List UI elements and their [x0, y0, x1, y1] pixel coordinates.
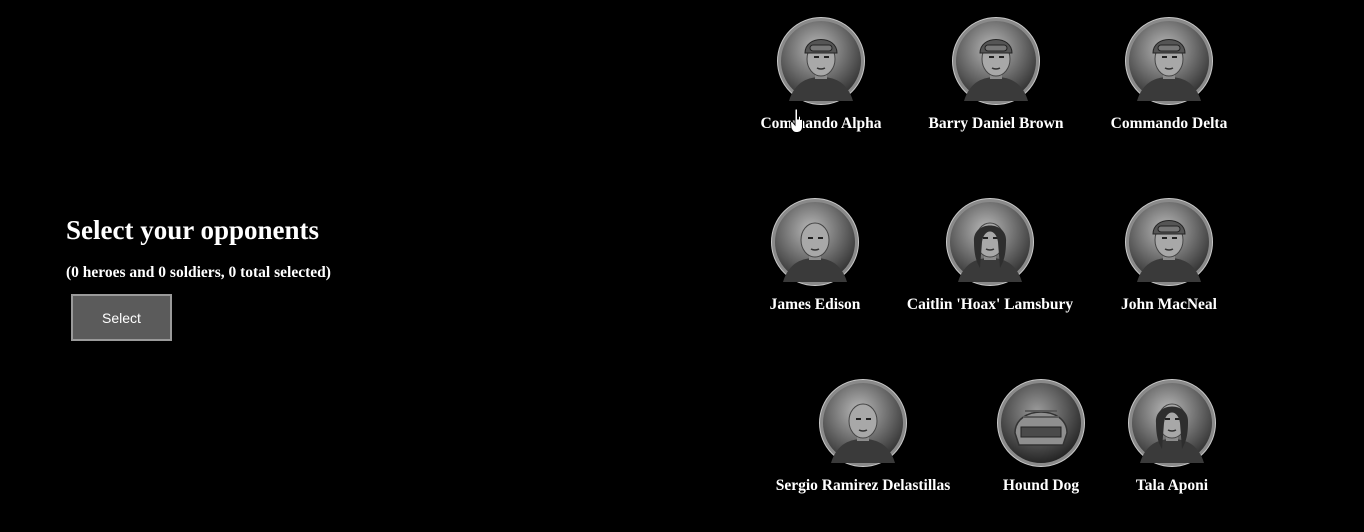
portrait-helmeted-soldier-icon[interactable] — [1125, 17, 1213, 105]
character-name: Tala Aponi — [1135, 477, 1209, 494]
portrait-soldier-icon[interactable] — [771, 198, 859, 286]
portrait-female-hero-icon[interactable] — [1128, 379, 1216, 467]
selection-summary: (0 heroes and 0 soldiers, 0 total select… — [66, 264, 331, 281]
portrait-helmeted-soldier-icon[interactable] — [952, 17, 1040, 105]
character-name: John MacNeal — [1120, 296, 1217, 313]
page-title: Select your opponents — [66, 215, 320, 245]
portrait-helmeted-soldier-icon[interactable] — [1125, 198, 1213, 286]
portrait-soldier-icon[interactable] — [819, 379, 907, 467]
select-button[interactable]: Select — [71, 294, 172, 341]
portrait-female-soldier-icon[interactable] — [946, 198, 1034, 286]
hand-cursor-icon — [790, 108, 803, 133]
opponent-selection-panel: Select your opponents (0 heroes and 0 so… — [66, 212, 331, 341]
portrait-helmeted-soldier-icon[interactable] — [777, 17, 865, 105]
portrait-armored-helmet-icon[interactable] — [997, 379, 1085, 467]
character-name: Commando Delta — [1110, 115, 1228, 132]
